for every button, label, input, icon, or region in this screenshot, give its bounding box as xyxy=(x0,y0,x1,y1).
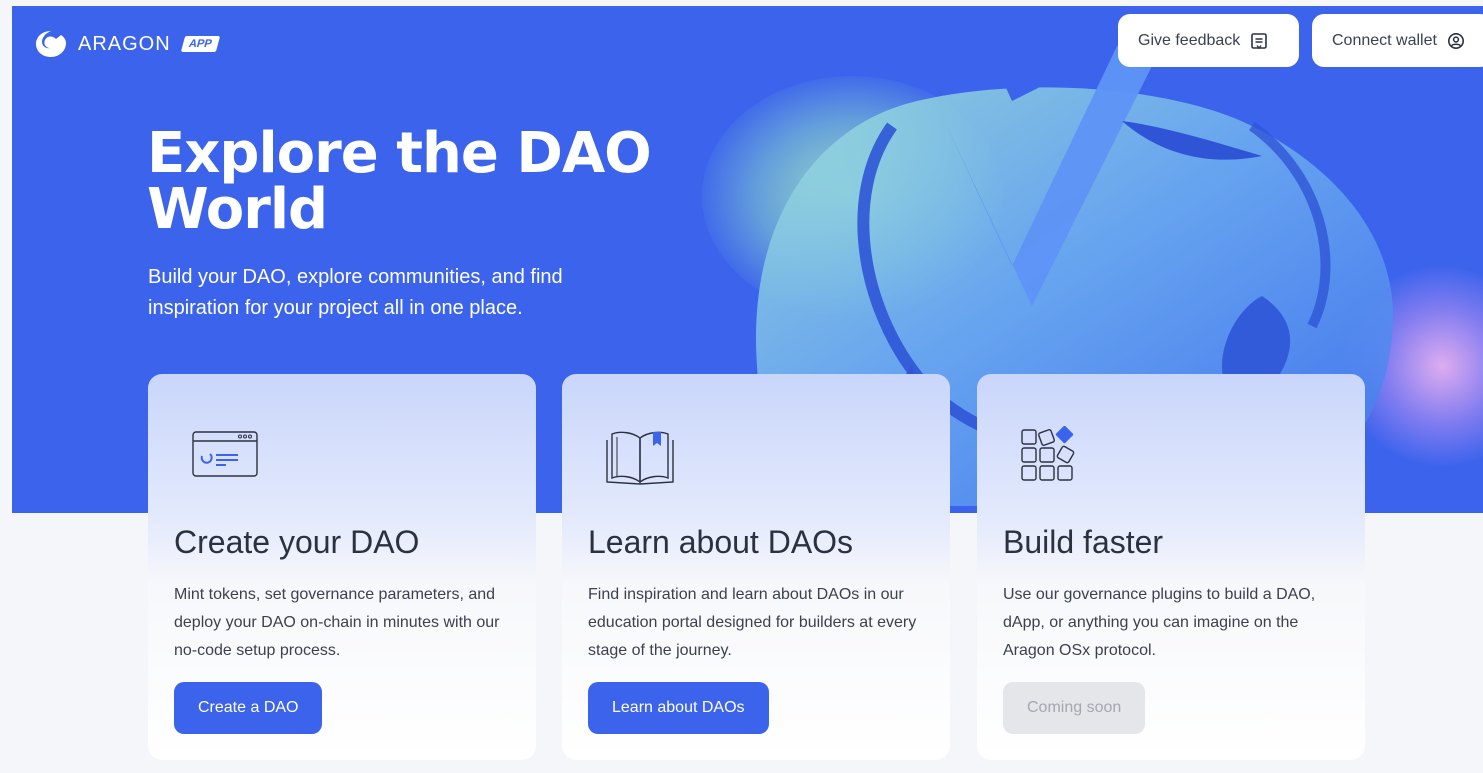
brand-badge: APP xyxy=(180,36,220,52)
aragon-logo-icon xyxy=(36,31,66,57)
brand-name: ARAGON xyxy=(78,32,171,55)
card-description: Mint tokens, set governance parameters, … xyxy=(174,586,500,659)
open-book-icon xyxy=(606,431,674,485)
brand-logo[interactable]: ARAGON APP xyxy=(34,28,220,60)
feedback-icon xyxy=(1251,32,1268,49)
page: ARAGON APP Give feedback Connect wallet … xyxy=(0,0,1483,773)
user-circle-icon xyxy=(1447,32,1464,49)
give-feedback-button[interactable]: Give feedback xyxy=(1118,14,1299,67)
hero-title: Explore the DAO World xyxy=(147,121,652,242)
card-build-faster: Build faster Use our governance plugins … xyxy=(977,374,1365,760)
connect-wallet-button[interactable]: Connect wallet xyxy=(1312,14,1483,67)
card-title: Build faster xyxy=(1003,524,1164,560)
create-dao-button[interactable]: Create a DAO xyxy=(174,682,323,734)
card-description: Find inspiration and learn about DAOs in… xyxy=(588,586,917,659)
card-title: Learn about DAOs xyxy=(588,524,854,560)
card-description: Use our governance plugins to build a DA… xyxy=(1003,586,1316,659)
card-title: Create your DAO xyxy=(174,524,420,560)
connect-wallet-label: Connect wallet xyxy=(1332,31,1437,49)
give-feedback-label: Give feedback xyxy=(1138,31,1241,49)
card-learn-daos: Learn about DAOs Find inspiration and le… xyxy=(562,374,950,760)
card-create-dao: Create your DAO Mint tokens, set governa… xyxy=(148,374,536,760)
hero-subtitle: Build your DAO, explore communities, and… xyxy=(148,266,563,319)
learn-about-daos-button[interactable]: Learn about DAOs xyxy=(588,682,769,734)
blocks-grid-icon xyxy=(1021,426,1075,481)
browser-window-icon xyxy=(192,431,258,477)
coming-soon-button[interactable]: Coming soon xyxy=(1003,682,1146,734)
